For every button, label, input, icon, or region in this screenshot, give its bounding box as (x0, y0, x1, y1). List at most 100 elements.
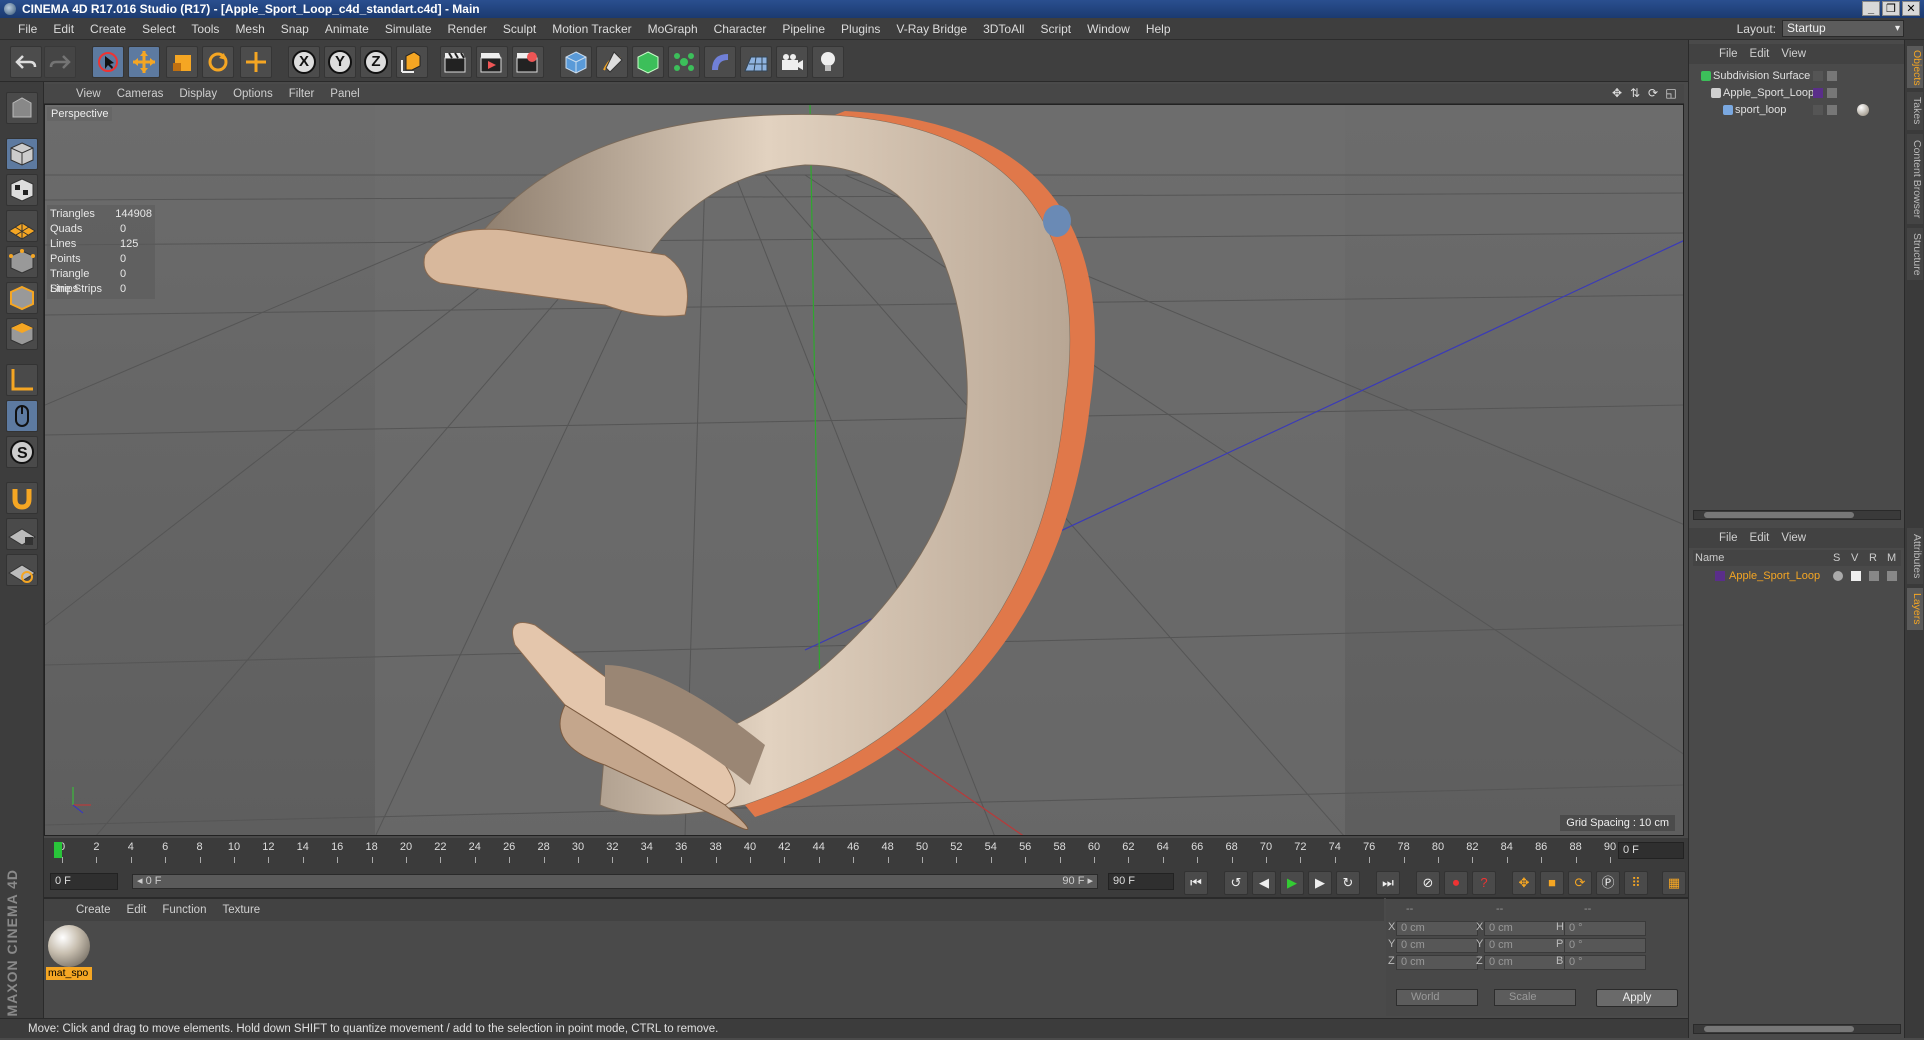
render-view-button[interactable] (440, 46, 472, 78)
viewport-menu-cameras[interactable]: Cameras (109, 88, 172, 100)
workplane-snap-button[interactable] (6, 554, 38, 586)
tab-structure[interactable]: Structure (1907, 228, 1923, 280)
go-to-start-button[interactable]: ⏮ (1184, 871, 1208, 895)
menu-character[interactable]: Character (706, 18, 775, 40)
lock-y-button[interactable]: Y (324, 46, 356, 78)
key-scale-button[interactable]: ■ (1540, 871, 1564, 895)
material-menu-texture[interactable]: Texture (214, 904, 268, 916)
move-tool-button[interactable] (128, 46, 160, 78)
layer-tag-icon[interactable] (1813, 105, 1823, 115)
object-row[interactable]: Subdivision Surface (1689, 68, 1905, 85)
edges-mode-button[interactable] (6, 282, 38, 314)
axis-mode-button[interactable] (6, 364, 38, 396)
close-button[interactable]: ✕ (1902, 1, 1920, 16)
menu-script[interactable]: Script (1032, 18, 1079, 40)
keyframe-selection-button[interactable]: ⊘ (1416, 871, 1440, 895)
tab-attributes[interactable]: Attributes (1907, 528, 1923, 584)
workplane-lock-button[interactable] (6, 518, 38, 550)
coord-mode-dropdown[interactable]: Scale (1494, 989, 1576, 1006)
play-button[interactable]: ▶ (1280, 871, 1304, 895)
viewport-menu-display[interactable]: Display (171, 88, 225, 100)
cube-primitive-button[interactable] (560, 46, 592, 78)
material-menu-create[interactable]: Create (68, 904, 119, 916)
coord-value-field[interactable]: 0 cm (1396, 955, 1478, 970)
viewport-menu-view[interactable]: View (68, 88, 109, 100)
cloner-button[interactable] (668, 46, 700, 78)
tab-objects[interactable]: Objects (1907, 46, 1923, 88)
maximize-view-icon[interactable]: ◱ (1664, 86, 1678, 100)
edit-toggle-icon[interactable] (1827, 88, 1837, 98)
menu-help[interactable]: Help (1138, 18, 1179, 40)
key-pla-button[interactable]: ⠿ (1624, 871, 1648, 895)
object-menu-view[interactable]: View (1775, 48, 1812, 60)
coord-value-field[interactable]: 0 cm (1484, 938, 1566, 953)
layer-menu-file[interactable]: File (1713, 532, 1744, 544)
orbit-icon[interactable]: ⟳ (1646, 86, 1660, 100)
material-tag-icon[interactable] (1857, 104, 1869, 116)
scrollbar-thumb[interactable] (1704, 512, 1854, 518)
object-row[interactable]: sport_loop (1689, 102, 1905, 119)
camera-label[interactable]: Perspective (47, 107, 113, 121)
edit-toggle-icon[interactable] (1827, 105, 1837, 115)
object-list-scrollbar[interactable] (1693, 510, 1901, 520)
layer-menu-edit[interactable]: Edit (1744, 532, 1776, 544)
tab-layers[interactable]: Layers (1907, 588, 1923, 630)
menu-tools[interactable]: Tools (183, 18, 227, 40)
viewport-menu-filter[interactable]: Filter (281, 88, 323, 100)
render-picture-viewer-button[interactable] (476, 46, 508, 78)
menu-mesh[interactable]: Mesh (227, 18, 272, 40)
perspective-viewport[interactable]: Perspective Triangles 144908 Quads 0 Lines 12… (44, 104, 1684, 836)
timeline-window-button[interactable]: ▦ (1662, 871, 1686, 895)
viewport-menu-options[interactable]: Options (225, 88, 281, 100)
layer-tag-icon[interactable] (1813, 88, 1823, 98)
material-menu-function[interactable]: Function (154, 904, 214, 916)
coord-value-field[interactable]: 0 cm (1396, 921, 1478, 936)
minimize-button[interactable]: _ (1862, 1, 1880, 16)
pan-icon[interactable]: ✥ (1610, 86, 1624, 100)
prev-frame-button[interactable]: ◀ (1252, 871, 1276, 895)
prev-key-button[interactable]: ↺ (1224, 871, 1248, 895)
scale-tool-button[interactable] (166, 46, 198, 78)
menu-create[interactable]: Create (82, 18, 134, 40)
transform-tool-button[interactable] (240, 46, 272, 78)
layout-dropdown[interactable]: Startup (1782, 20, 1904, 37)
points-mode-button[interactable] (6, 246, 38, 278)
apply-button[interactable]: Apply (1596, 989, 1678, 1007)
start-frame-field[interactable]: 0 F (50, 873, 118, 890)
key-rotation-button[interactable]: ⟳ (1568, 871, 1592, 895)
menu-window[interactable]: Window (1079, 18, 1138, 40)
dolly-icon[interactable]: ⇅ (1628, 86, 1642, 100)
layer-manager-icon[interactable] (1887, 571, 1897, 581)
menu-simulate[interactable]: Simulate (377, 18, 440, 40)
menu-motion-tracker[interactable]: Motion Tracker (544, 18, 639, 40)
coord-value-field[interactable]: 0 ° (1564, 955, 1646, 970)
menu-mograph[interactable]: MoGraph (640, 18, 706, 40)
next-frame-button[interactable]: ▶ (1308, 871, 1332, 895)
autokey-button[interactable]: ? (1472, 871, 1496, 895)
pen-spline-button[interactable] (596, 46, 628, 78)
menu-render[interactable]: Render (440, 18, 495, 40)
menu-snap[interactable]: Snap (273, 18, 317, 40)
scrollbar-thumb[interactable] (1704, 1026, 1854, 1032)
menu-v-ray-bridge[interactable]: V-Ray Bridge (888, 18, 975, 40)
key-parameter-button[interactable]: Ⓟ (1596, 871, 1620, 895)
object-menu-edit[interactable]: Edit (1744, 48, 1776, 60)
live-selection-button[interactable] (92, 46, 124, 78)
object-row[interactable]: Apple_Sport_Loop (1689, 85, 1905, 102)
texture-mode-button[interactable] (6, 174, 38, 206)
menu-edit[interactable]: Edit (45, 18, 82, 40)
menu-3dtoall[interactable]: 3DToAll (975, 18, 1032, 40)
record-button[interactable]: ⏺ (1444, 871, 1468, 895)
polygons-mode-button[interactable] (6, 318, 38, 350)
restore-button[interactable]: ❐ (1882, 1, 1900, 16)
snap-button[interactable]: S (6, 436, 38, 468)
go-to-end-button[interactable]: ⏭ (1376, 871, 1400, 895)
preview-range-slider[interactable]: ◂ 0 F 90 F ▸ (132, 874, 1098, 889)
undo-button[interactable] (10, 46, 42, 78)
coord-space-dropdown[interactable]: World (1396, 989, 1478, 1006)
next-key-button[interactable]: ↻ (1336, 871, 1360, 895)
key-position-button[interactable]: ✥ (1512, 871, 1536, 895)
make-editable-button[interactable] (6, 92, 38, 124)
layer-list-scrollbar[interactable] (1693, 1024, 1901, 1034)
menu-plugins[interactable]: Plugins (833, 18, 888, 40)
